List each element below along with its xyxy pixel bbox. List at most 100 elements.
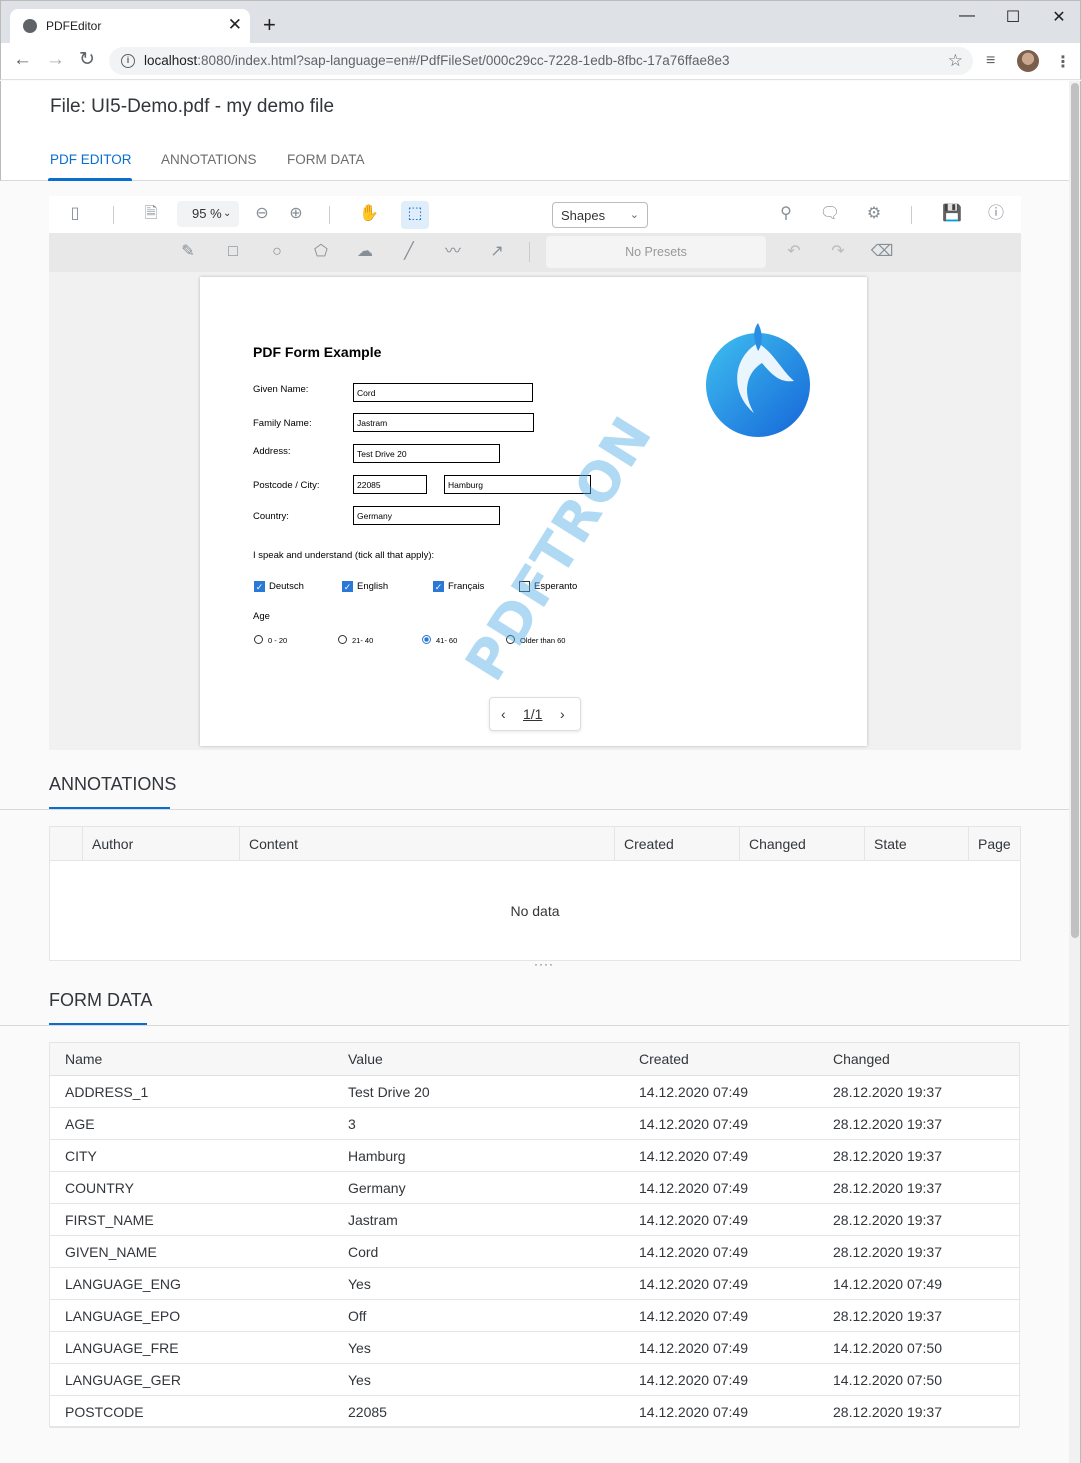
col-changed[interactable]: Changed bbox=[833, 1051, 890, 1067]
close-tab-icon[interactable]: ✕ bbox=[228, 16, 242, 34]
save-icon[interactable]: 💾 bbox=[940, 204, 964, 224]
age-0-20-label: 0 - 20 bbox=[268, 636, 288, 645]
cloud-icon[interactable]: ☁ bbox=[353, 242, 377, 262]
postcode-city-label: Postcode / City: bbox=[253, 480, 320, 491]
media-control-icon[interactable]: ≡ bbox=[986, 52, 995, 70]
forward-icon[interactable]: → bbox=[46, 50, 65, 70]
redo-icon[interactable]: ↷ bbox=[826, 242, 850, 262]
zoom-out-icon[interactable]: ⊖ bbox=[250, 204, 274, 224]
page-navigator: ‹ 1/1 › bbox=[489, 697, 581, 731]
arrow-icon[interactable]: ↗ bbox=[485, 242, 509, 262]
table-row[interactable]: LANGUAGE_ENG Yes 14.12.2020 07:49 14.12.202… bbox=[50, 1268, 1019, 1300]
rectangle-icon[interactable]: □ bbox=[221, 242, 245, 262]
resize-handle[interactable]: ···· bbox=[534, 957, 554, 971]
deutsch-checkbox[interactable]: ✓ bbox=[254, 581, 265, 592]
info-icon[interactable]: ⓘ bbox=[984, 204, 1008, 224]
address-field[interactable]: Test Drive 20 bbox=[353, 444, 500, 463]
page-indicator[interactable]: 1/1 bbox=[523, 706, 542, 722]
prev-page-icon[interactable]: ‹ bbox=[501, 706, 506, 722]
address-bar[interactable]: i localhost:8080/index.html?sap-language… bbox=[109, 47, 973, 75]
profile-avatar[interactable] bbox=[1017, 50, 1039, 72]
cell-name: LANGUAGE_GER bbox=[65, 1372, 181, 1388]
table-row[interactable]: COUNTRY Germany 14.12.2020 07:49 28.12.2020… bbox=[50, 1172, 1019, 1204]
col-page[interactable]: Page bbox=[968, 827, 1020, 861]
pan-hand-icon[interactable]: ✋ bbox=[357, 204, 381, 224]
polyline-icon[interactable]: 〰 bbox=[441, 242, 465, 262]
col-state[interactable]: State bbox=[864, 827, 968, 861]
new-tab-icon[interactable]: + bbox=[263, 14, 276, 36]
maximize-icon[interactable]: ☐ bbox=[993, 7, 1033, 27]
col-content[interactable]: Content bbox=[239, 827, 614, 861]
cell-changed: 28.12.2020 19:37 bbox=[833, 1180, 942, 1196]
chevron-down-icon: ⌄ bbox=[629, 209, 639, 221]
age-0-20-radio[interactable] bbox=[254, 635, 263, 644]
ellipse-icon[interactable]: ○ bbox=[265, 242, 289, 262]
presets-box[interactable]: No Presets bbox=[546, 236, 766, 268]
country-field[interactable]: Germany bbox=[353, 506, 500, 525]
table-row[interactable]: LANGUAGE_FRE Yes 14.12.2020 07:49 14.12.202… bbox=[50, 1332, 1019, 1364]
search-icon[interactable]: ⚲ bbox=[774, 204, 798, 224]
comments-icon[interactable]: 🗨 bbox=[818, 204, 842, 224]
cell-changed: 28.12.2020 19:37 bbox=[833, 1116, 942, 1132]
age-41-60-radio[interactable] bbox=[422, 635, 431, 644]
next-page-icon[interactable]: › bbox=[560, 706, 565, 722]
browser-tab[interactable]: PDFEditor ✕ bbox=[10, 9, 250, 44]
pdf-form-title: PDF Form Example bbox=[253, 344, 382, 360]
zoom-select[interactable]: 95 % ⌄ bbox=[177, 201, 239, 227]
col-author[interactable]: Author bbox=[82, 827, 239, 861]
table-row[interactable]: ADDRESS_1 Test Drive 20 14.12.2020 07:49 28… bbox=[50, 1076, 1019, 1108]
shapes-dropdown[interactable]: Shapes ⌄ bbox=[552, 202, 648, 228]
app-header: File: UI5-Demo.pdf - my demo file PDF ED… bbox=[0, 81, 1069, 181]
zoom-in-icon[interactable]: ⊕ bbox=[284, 204, 308, 224]
page-scrollbar[interactable] bbox=[1069, 81, 1081, 1463]
family-name-field[interactable]: Jastram bbox=[353, 413, 534, 432]
page-settings-icon[interactable]: 🗎 bbox=[139, 204, 163, 224]
tab-pdf-editor[interactable]: PDF EDITOR bbox=[50, 152, 132, 167]
scrollbar-thumb[interactable] bbox=[1071, 83, 1079, 938]
row-selector-column[interactable] bbox=[50, 827, 82, 861]
col-created[interactable]: Created bbox=[614, 827, 739, 861]
table-row[interactable]: LANGUAGE_EPO Off 14.12.2020 07:49 28.12.202… bbox=[50, 1300, 1019, 1332]
bookmark-star-icon[interactable]: ☆ bbox=[948, 51, 963, 71]
eraser-icon[interactable]: ⌫ bbox=[870, 242, 894, 262]
menu-icon[interactable]: ⋮ bbox=[1055, 52, 1071, 72]
back-icon[interactable]: ← bbox=[13, 50, 32, 70]
selection-tool-button[interactable]: ⬚ bbox=[401, 201, 429, 229]
reload-icon[interactable]: ↻ bbox=[79, 50, 95, 70]
table-row[interactable]: LANGUAGE_GER Yes 14.12.2020 07:49 14.12.202… bbox=[50, 1364, 1019, 1396]
cell-created: 14.12.2020 07:49 bbox=[639, 1404, 748, 1420]
table-row[interactable]: GIVEN_NAME Cord 14.12.2020 07:49 28.12.2020… bbox=[50, 1236, 1019, 1268]
col-name[interactable]: Name bbox=[65, 1051, 102, 1067]
postcode-field[interactable]: 22085 bbox=[353, 475, 427, 494]
pen-icon[interactable]: ✎ bbox=[176, 242, 200, 262]
line-icon[interactable]: ╱ bbox=[397, 242, 421, 262]
form-data-table-header: Name Value Created Changed bbox=[50, 1043, 1019, 1076]
polygon-icon[interactable]: ⬠ bbox=[309, 242, 333, 262]
age-21-40-radio[interactable] bbox=[338, 635, 347, 644]
family-name-label: Family Name: bbox=[253, 418, 312, 429]
cell-created: 14.12.2020 07:49 bbox=[639, 1372, 748, 1388]
given-name-field[interactable]: Cord bbox=[353, 383, 533, 402]
table-row[interactable]: CITY Hamburg 14.12.2020 07:49 28.12.2020 19… bbox=[50, 1140, 1019, 1172]
minimize-icon[interactable]: — bbox=[947, 7, 987, 25]
gear-icon[interactable]: ⚙ bbox=[862, 204, 886, 224]
col-value[interactable]: Value bbox=[348, 1051, 383, 1067]
table-row[interactable]: POSTCODE 22085 14.12.2020 07:49 28.12.2020 … bbox=[50, 1396, 1019, 1428]
col-changed[interactable]: Changed bbox=[739, 827, 864, 861]
tab-form-data[interactable]: FORM DATA bbox=[287, 152, 365, 167]
cell-value: 22085 bbox=[348, 1404, 387, 1420]
annotations-table-header: Author Content Created Changed State Pag… bbox=[50, 827, 1020, 861]
table-row[interactable]: FIRST_NAME Jastram 14.12.2020 07:49 28.12.2… bbox=[50, 1204, 1019, 1236]
col-created[interactable]: Created bbox=[639, 1051, 689, 1067]
english-checkbox[interactable]: ✓ bbox=[342, 581, 353, 592]
cell-changed: 28.12.2020 19:37 bbox=[833, 1244, 942, 1260]
close-window-icon[interactable]: ✕ bbox=[1039, 7, 1079, 27]
table-row[interactable]: AGE 3 14.12.2020 07:49 28.12.2020 19:37 bbox=[50, 1108, 1019, 1140]
cell-name: LANGUAGE_FRE bbox=[65, 1340, 179, 1356]
tab-annotations[interactable]: ANNOTATIONS bbox=[161, 152, 257, 167]
sidebar-toggle-icon[interactable]: ▯ bbox=[63, 204, 87, 224]
annotation-toolbar: ✎ □ ○ ⬠ ☁ ╱ 〰 ↗ No Presets ↶ ↷ ⌫ bbox=[49, 233, 1021, 272]
info-icon[interactable]: i bbox=[121, 54, 135, 68]
undo-icon[interactable]: ↶ bbox=[782, 242, 806, 262]
francais-checkbox[interactable]: ✓ bbox=[433, 581, 444, 592]
